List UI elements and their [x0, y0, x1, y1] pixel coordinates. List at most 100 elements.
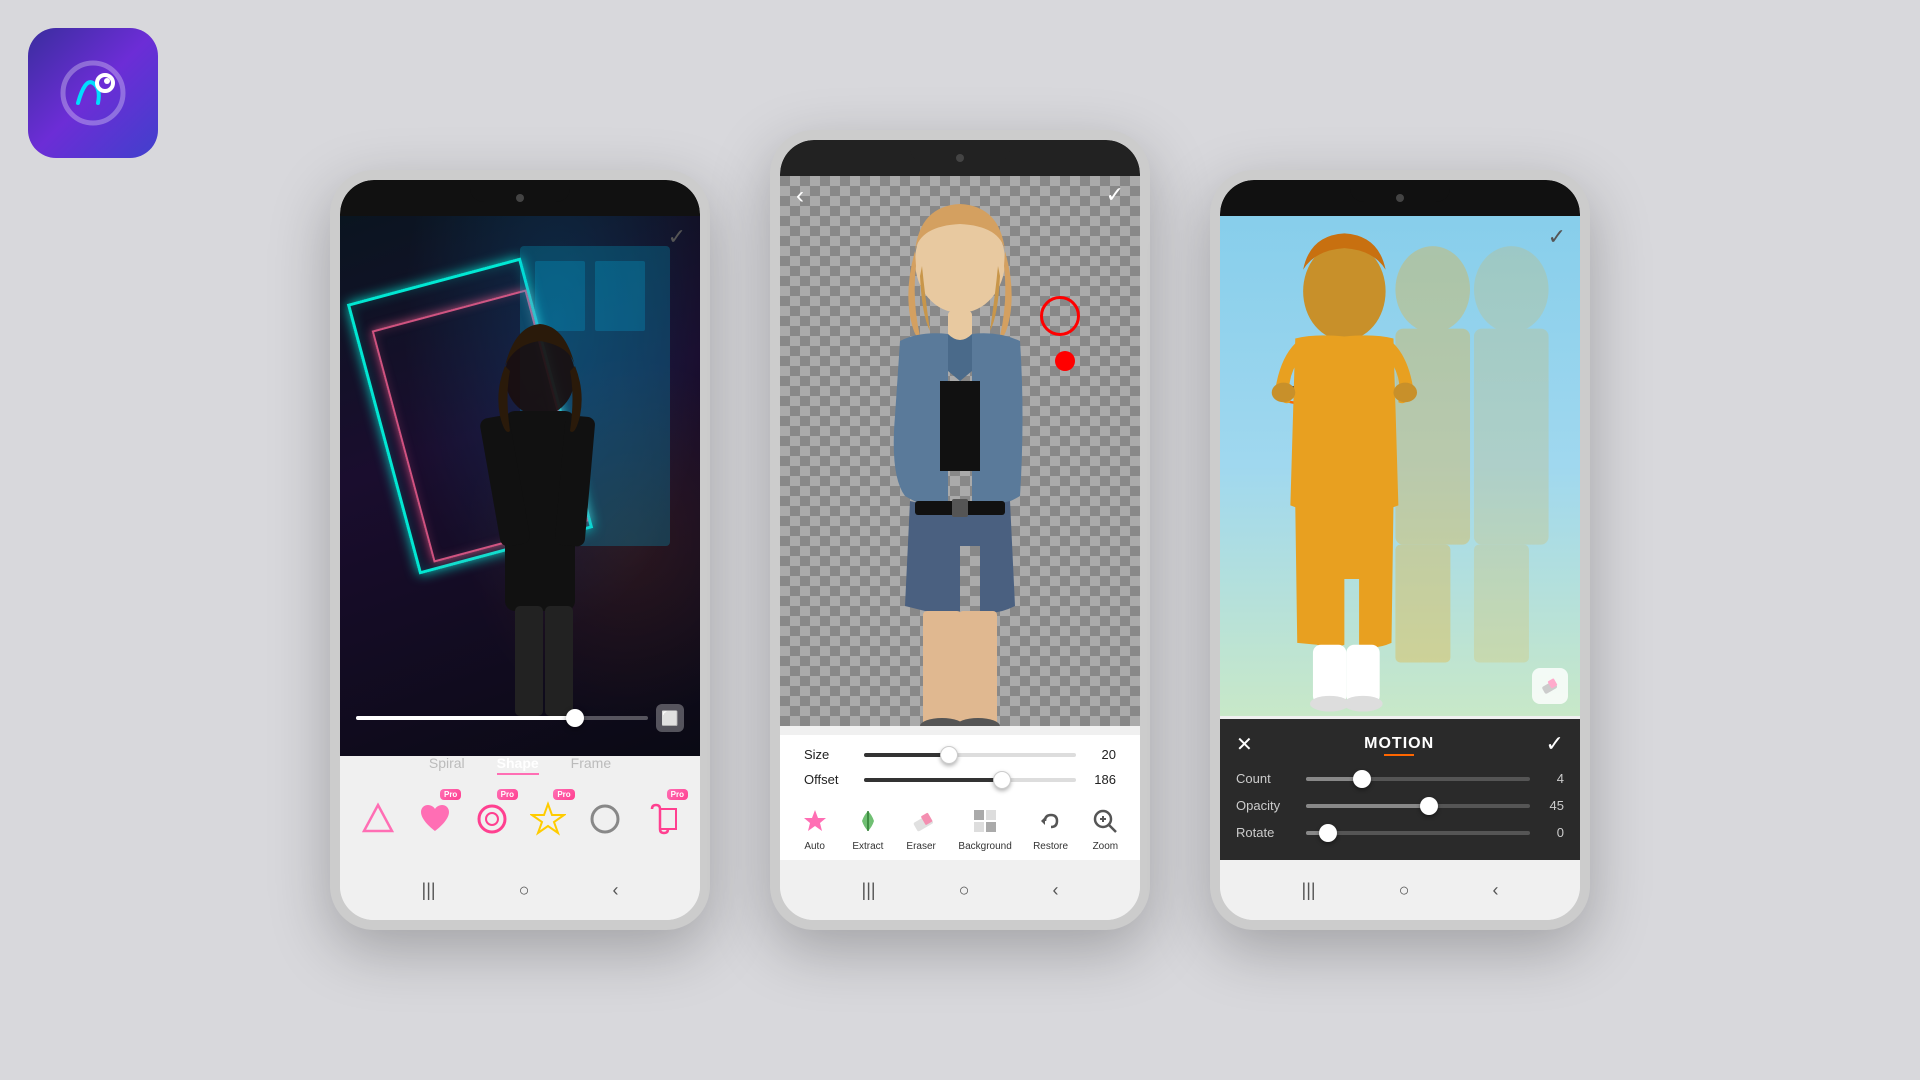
red-eraser-circle [1040, 296, 1080, 336]
main-scene: ✓ ⬜ Spiral Shape Frame [0, 0, 1920, 1080]
ring-icon [587, 801, 623, 837]
phone1-image-area: ✓ [340, 216, 700, 756]
opacity-slider-fill [1306, 804, 1429, 808]
count-slider-track[interactable] [1306, 777, 1530, 781]
pro-badge-circle-o: Pro [497, 789, 518, 800]
phone1-notch [340, 180, 700, 216]
pro-badge-scroll: Pro [667, 789, 688, 800]
pro-badge-star: Pro [553, 789, 574, 800]
motion-header: ✕ MOTION ✓ [1236, 731, 1564, 757]
tab-frame[interactable]: Frame [571, 755, 611, 775]
tool-extract-label: Extract [852, 841, 883, 852]
tool-auto-label: Auto [804, 841, 825, 852]
phone2-status-dot [956, 154, 964, 162]
count-slider-thumb[interactable] [1353, 770, 1371, 788]
count-value: 4 [1540, 771, 1564, 786]
restore-icon [1035, 805, 1067, 837]
triangle-icon [360, 801, 396, 837]
offset-slider-fill [864, 778, 1002, 782]
app-icon[interactable] [28, 28, 158, 158]
phone3-check-button-bottom[interactable]: ✓ [1546, 731, 1564, 757]
motion-title-text: MOTION [1364, 735, 1434, 752]
tool-restore[interactable]: Restore [1033, 805, 1068, 852]
phone3-nav-back[interactable]: ‹ [1492, 880, 1498, 901]
phone1-nav-hamburger[interactable]: ||| [422, 880, 436, 901]
count-slider-row: Count 4 [1236, 771, 1564, 786]
phone3-content: ✓ ✕ MOTION ✓ Count [1220, 216, 1580, 920]
phone2-back-button[interactable]: ‹ [796, 182, 804, 210]
eraser-corner-icon [1539, 675, 1561, 697]
phone3-nav-hamburger[interactable]: ||| [1302, 880, 1316, 901]
rotate-slider-row: Rotate 0 [1236, 825, 1564, 840]
tab-spiral[interactable]: Spiral [429, 755, 465, 775]
tool-background[interactable]: Background [958, 805, 1011, 852]
tool-restore-label: Restore [1033, 841, 1068, 852]
size-slider-fill [864, 753, 949, 757]
shape-circle-o[interactable]: Pro [469, 793, 514, 845]
phone2-nav-hamburger[interactable]: ||| [862, 880, 876, 901]
phone2-bottom-nav: ||| ○ ‹ [780, 860, 1140, 920]
offset-slider-row: Offset 186 [804, 772, 1116, 787]
offset-slider-track[interactable] [864, 778, 1076, 782]
phone1-nav-home[interactable]: ○ [519, 880, 530, 901]
phone2-content: ‹ ✓ Size 20 [780, 176, 1140, 920]
red-eraser-dot [1055, 351, 1075, 371]
phone1-tabs: Spiral Shape Frame [340, 755, 700, 775]
phone1-shapes-row: Pro Pro Pro [340, 793, 700, 845]
phone1-check[interactable]: ✓ [668, 224, 686, 250]
tool-extract[interactable]: Extract [852, 805, 884, 852]
count-label: Count [1236, 771, 1296, 786]
phone3-image-area: ✓ [1220, 216, 1580, 716]
phone2-header: ‹ ✓ [796, 182, 1124, 210]
shape-star[interactable]: Pro [526, 793, 571, 845]
offset-slider-thumb[interactable] [993, 771, 1011, 789]
phone3-notch [1220, 180, 1580, 216]
phone1-eraser-button[interactable]: ⬜ [656, 704, 684, 732]
shape-scroll[interactable]: Pro [639, 793, 684, 845]
opacity-slider-row: Opacity 45 [1236, 798, 1564, 813]
size-slider-thumb[interactable] [940, 746, 958, 764]
rotate-slider-track[interactable] [1306, 831, 1530, 835]
phone2-check-button[interactable]: ✓ [1106, 182, 1124, 210]
app-logo-svg [53, 53, 133, 133]
rotate-label: Rotate [1236, 825, 1296, 840]
shape-triangle[interactable] [356, 793, 401, 845]
phone1-slider-fill [356, 716, 575, 720]
opacity-slider-track[interactable] [1306, 804, 1530, 808]
phone2-notch [780, 140, 1140, 176]
phone1-nav-back[interactable]: ‹ [612, 880, 618, 901]
phone1-slider-track[interactable] [356, 716, 648, 720]
phone1-bottom-nav: ||| ○ ‹ [340, 860, 700, 920]
phone-2: ‹ ✓ Size 20 [770, 130, 1150, 930]
phone3-bottom-nav: ||| ○ ‹ [1220, 860, 1580, 920]
size-label: Size [804, 747, 854, 762]
phone3-status-dot [1396, 194, 1404, 202]
phone1-slider-thumb[interactable] [566, 709, 584, 727]
eraser-icon: ⬜ [661, 710, 678, 727]
opacity-value: 45 [1540, 798, 1564, 813]
rotate-slider-thumb[interactable] [1319, 824, 1337, 842]
tool-auto[interactable]: Auto [799, 805, 831, 852]
extract-icon [852, 805, 884, 837]
tool-background-label: Background [958, 841, 1011, 852]
heart-icon [417, 801, 453, 837]
rotate-value: 0 [1540, 825, 1564, 840]
phone2-nav-back[interactable]: ‹ [1052, 880, 1058, 901]
opacity-slider-thumb[interactable] [1420, 797, 1438, 815]
phone2-nav-home[interactable]: ○ [959, 880, 970, 901]
tool-zoom[interactable]: Zoom [1089, 805, 1121, 852]
phone3-nav-home[interactable]: ○ [1399, 880, 1410, 901]
phone3-close-button[interactable]: ✕ [1236, 732, 1253, 757]
tool-eraser[interactable]: Eraser [905, 805, 937, 852]
phone2-tools-row: Auto Extract [788, 797, 1132, 852]
shape-heart[interactable]: Pro [413, 793, 458, 845]
background-icon [969, 805, 1001, 837]
zoom-icon [1089, 805, 1121, 837]
tab-shape[interactable]: Shape [497, 755, 539, 775]
circle-o-icon [474, 801, 510, 837]
shape-ring[interactable] [583, 793, 628, 845]
size-slider-track[interactable] [864, 753, 1076, 757]
phone3-eraser-corner[interactable] [1532, 668, 1568, 704]
phone2-controls: Size 20 Offset 186 [780, 735, 1140, 860]
phone3-check-button[interactable]: ✓ [1548, 224, 1566, 249]
